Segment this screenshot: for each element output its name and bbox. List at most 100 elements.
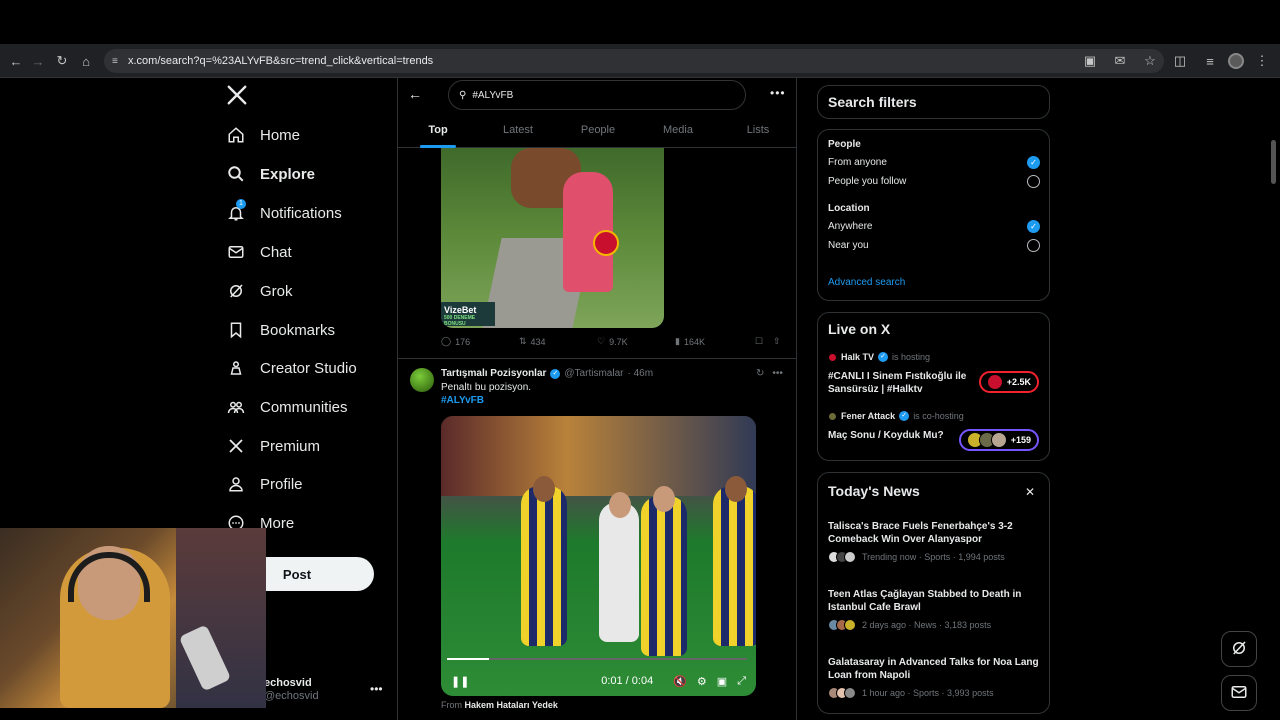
sidebar-item-grok[interactable]: Grok [226,278,293,304]
sidebar-item-label: Creator Studio [260,359,357,377]
address-bar-url: x.com/search?q=%23ALYvFB&src=trend_click… [128,55,434,67]
tab-lists[interactable]: Lists [718,118,796,147]
listener-avatar [986,374,1003,390]
address-bar[interactable]: ≡ x.com/search?q=%23ALYvFB&src=trend_cli… [104,49,1164,73]
video-player-head [725,476,747,502]
news-item[interactable]: Teen Atlas Çağlayan Stabbed to Death in … [828,588,1040,631]
install-app-icon[interactable]: ▣ [1078,49,1102,73]
sidebar-item-creator-studio[interactable]: Creator Studio [226,355,357,381]
radio-unchecked-icon[interactable] [1027,175,1040,188]
grok-explain-icon[interactable]: ↻ [756,368,764,379]
video-progress-bar[interactable] [447,658,747,660]
live-space-title[interactable]: #CANLI I Sinem Fıstıkoğlu ile Sansürsüz … [828,370,988,396]
live-title: Live on X [828,321,891,337]
share-icon: ⇧ [773,336,781,346]
sidebar-item-explore[interactable]: Explore [226,161,315,187]
author-name[interactable]: Tartışmalı Pozisyonlar [441,368,546,379]
author-handle[interactable]: @Tartismalar [564,368,623,379]
views-count: 164K [683,336,705,347]
news-avatars [828,551,856,563]
retweet-button[interactable]: ⇅ 434 [519,336,597,347]
reply-count: 176 [455,336,471,347]
browser-forward-icon[interactable]: → [26,49,50,73]
browser-home-icon[interactable]: ⌂ [74,49,98,73]
video-player-head [533,476,555,502]
page-scrollbar[interactable] [1271,140,1276,184]
sidebar-item-notifications[interactable]: 1 Notifications [226,199,342,226]
search-icon: ⚲ [459,89,467,101]
news-item[interactable]: Galatasaray in Advanced Talks for Noa La… [828,656,1040,699]
tweet-more-icon[interactable]: ••• [772,368,783,379]
site-info-icon[interactable]: ≡ [112,56,128,67]
browser-menu-icon[interactable]: ⋮ [1250,49,1274,73]
host-name[interactable]: Halk TV [841,352,874,362]
tweet-video[interactable]: ❚❚ 0:01 / 0:04 🔇 ⚙ ▣ ⤢ [441,416,756,696]
sponsor-badge-name: VizeBet [444,305,477,315]
radio-checked-icon[interactable]: ✓ [1027,220,1040,233]
pip-icon[interactable]: ▣ [717,675,727,688]
filter-from-anyone[interactable]: From anyone ✓ [828,156,1040,169]
translate-icon[interactable]: ✉ [1108,49,1132,73]
news-item-meta: Trending now · Sports · 1,994 posts [862,552,1005,562]
video-player-figure [641,496,687,656]
close-icon[interactable]: ✕ [1025,485,1035,499]
browser-reload-icon[interactable]: ↻ [50,49,74,73]
search-input[interactable]: ⚲ #ALYvFB [448,80,746,110]
advanced-search-link[interactable]: Advanced search [828,277,905,288]
host-status: is hosting [892,352,931,362]
filter-anywhere[interactable]: Anywhere ✓ [828,220,1040,233]
sidebar-item-premium[interactable]: Premium [226,433,320,459]
search-more-icon[interactable]: ••• [770,86,786,100]
tweet-time[interactable]: · 46m [627,368,653,379]
video-player-figure [521,486,567,646]
tab-people[interactable]: People [558,118,638,147]
mute-icon[interactable]: 🔇 [673,675,687,688]
messages-floating-button[interactable] [1221,675,1257,711]
host-avatar [828,411,837,421]
bookmark-star-icon[interactable]: ☆ [1138,49,1162,73]
host-avatar [828,352,837,362]
tweet-hashtag[interactable]: #ALYvFB [441,395,484,406]
filter-option-label: People you follow [828,176,907,187]
video-source-name[interactable]: Hakem Hataları Yedek [465,700,558,710]
sidebar-item-label: Chat [260,243,292,261]
radio-unchecked-icon[interactable] [1027,239,1040,252]
extensions-icon[interactable]: ◫ [1168,49,1192,73]
account-more-icon[interactable]: ••• [370,682,383,696]
share-button[interactable]: ⇧ [773,336,781,347]
tab-media[interactable]: Media [638,118,718,147]
news-item[interactable]: Talisca's Brace Fuels Fenerbahçe's 3-2 C… [828,520,1040,563]
verified-badge-icon: ✓ [899,411,910,421]
sponsor-badge: VizeBet 500 DENEME BONUSU [441,302,495,327]
live-listeners-pill[interactable]: +2.5K [978,371,1039,393]
fullscreen-icon[interactable]: ⤢ [737,675,746,688]
media-control-icon[interactable]: ≡ [1198,49,1222,73]
sidebar-item-chat[interactable]: Chat [226,239,292,265]
browser-back-icon[interactable]: ← [4,49,28,73]
sidebar-item-profile[interactable]: Profile [226,471,303,497]
browser-profile-avatar[interactable] [1228,53,1244,69]
tweet-media-image[interactable]: VizeBet 500 DENEME BONUSU [441,148,664,328]
sidebar-item-communities[interactable]: Communities [226,394,348,420]
bookmark-button[interactable]: ☐ [755,336,773,347]
like-button[interactable]: ♡ 9.7K [597,336,675,347]
tab-top[interactable]: Top [398,118,478,147]
live-listeners-pill[interactable]: +159 [958,429,1039,451]
settings-icon[interactable]: ⚙ [697,675,707,688]
host-name[interactable]: Fener Attack [841,411,895,421]
sidebar-item-bookmarks[interactable]: Bookmarks [226,317,335,343]
grok-floating-button[interactable] [1221,631,1257,667]
pause-icon[interactable]: ❚❚ [451,675,469,688]
back-arrow-icon[interactable]: ← [408,86,422,102]
views-button[interactable]: ▮ 164K [675,336,755,347]
radio-checked-icon[interactable]: ✓ [1027,156,1040,169]
x-icon [226,436,246,456]
x-logo-icon[interactable] [226,84,248,106]
filter-people-you-follow[interactable]: People you follow [828,175,1040,188]
author-avatar[interactable] [410,368,434,392]
sidebar-item-home[interactable]: Home [226,122,300,148]
sidebar-item-label: Grok [260,282,293,300]
filter-near-you[interactable]: Near you [828,239,1040,252]
reply-button[interactable]: ◯ 176 [441,336,519,347]
tab-latest[interactable]: Latest [478,118,558,147]
